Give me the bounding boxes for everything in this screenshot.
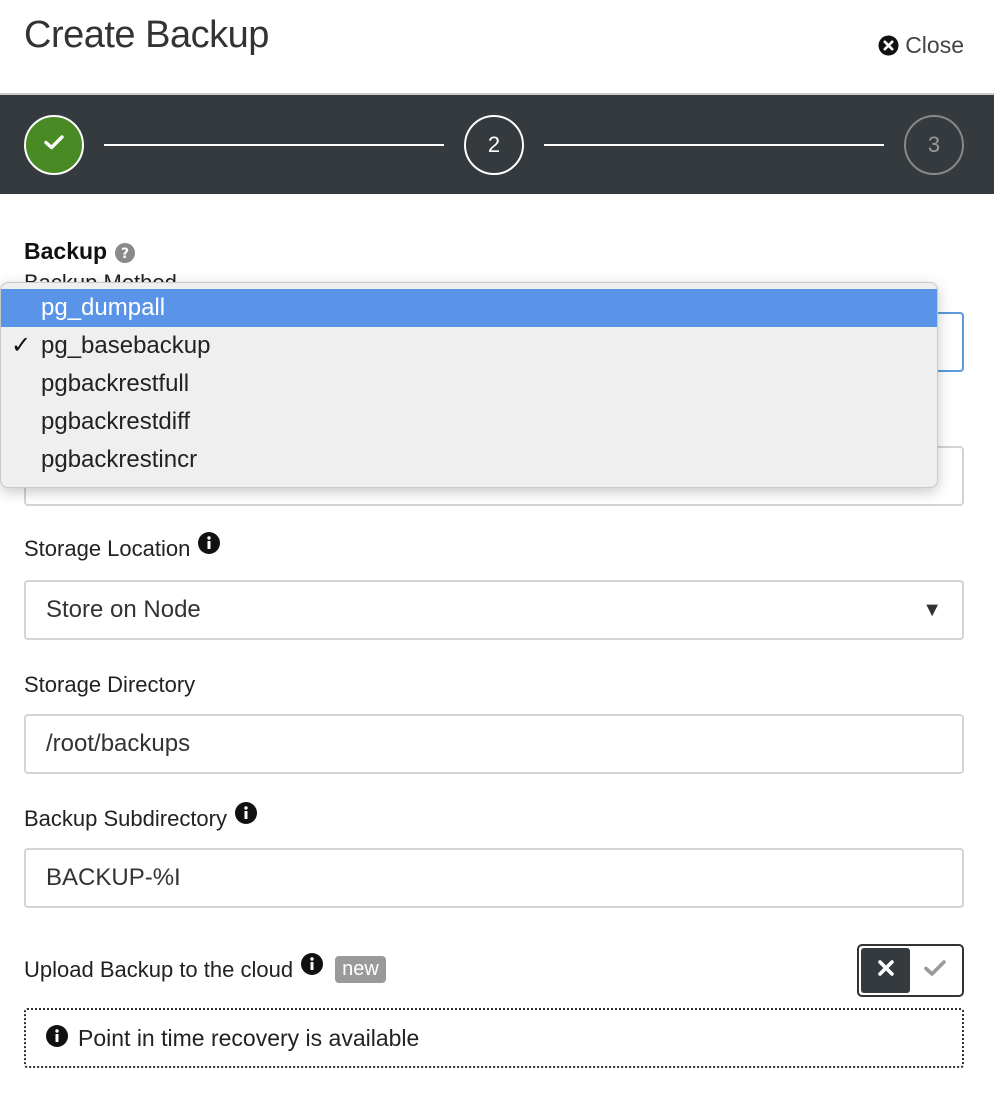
step-3-upcoming[interactable]: 3 bbox=[904, 115, 964, 175]
toggle-off-button[interactable] bbox=[861, 948, 910, 993]
backup-subdirectory-label-text: Backup Subdirectory bbox=[24, 806, 227, 831]
cloud-upload-label-text: Upload Backup to the cloud bbox=[24, 956, 294, 982]
backup-subdirectory-label: Backup Subdirectory bbox=[24, 802, 257, 832]
info-circle-icon[interactable] bbox=[235, 802, 257, 824]
info-circle-icon[interactable] bbox=[301, 952, 324, 975]
dialog-header: Create Backup Close bbox=[0, 0, 994, 93]
option-label: pg_dumpall bbox=[41, 294, 166, 321]
section-title-text: Backup bbox=[24, 238, 108, 264]
backup-subdirectory-value: BACKUP-%I bbox=[46, 864, 181, 891]
backup-subdirectory-input[interactable]: BACKUP-%I bbox=[24, 848, 964, 908]
option-label: pg_basebackup bbox=[41, 332, 211, 359]
new-badge: new bbox=[335, 956, 386, 983]
close-button[interactable]: Close bbox=[878, 32, 964, 59]
caret-down-icon: ▼ bbox=[922, 599, 942, 621]
step-connector bbox=[544, 144, 884, 146]
option-pgbackrestincr[interactable]: pgbackrestincr bbox=[1, 441, 937, 479]
step-2-label: 2 bbox=[487, 132, 501, 157]
option-label: pgbackrestdiff bbox=[41, 408, 190, 435]
dialog-title: Create Backup bbox=[24, 14, 269, 56]
storage-location-label-text: Storage Location bbox=[24, 536, 191, 561]
storage-directory-label-text: Storage Directory bbox=[24, 672, 196, 697]
wizard-stepper: 2 3 bbox=[0, 93, 994, 194]
pitr-notice-text: Point in time recovery is available bbox=[78, 1024, 420, 1051]
info-circle-icon bbox=[46, 1025, 68, 1047]
storage-location-select[interactable]: Store on Node ▼ bbox=[24, 580, 964, 640]
close-label: Close bbox=[905, 32, 964, 58]
step-1-complete[interactable] bbox=[24, 115, 84, 175]
storage-directory-input[interactable]: /root/backups bbox=[24, 714, 964, 774]
checkmark-icon: ✓ bbox=[11, 332, 32, 359]
step-3-label: 3 bbox=[927, 132, 941, 157]
pitr-notice: Point in time recovery is available bbox=[24, 1008, 964, 1068]
option-pgbackrestdiff[interactable]: pgbackrestdiff bbox=[1, 403, 937, 441]
option-pg-basebackup[interactable]: ✓ pg_basebackup bbox=[1, 327, 937, 365]
info-circle-icon[interactable] bbox=[198, 532, 221, 554]
toggle-on-button[interactable] bbox=[910, 948, 960, 993]
backup-method-dropdown: pg_dumpall ✓ pg_basebackup pgbackrestful… bbox=[0, 282, 938, 488]
cloud-upload-label: Upload Backup to the cloud new bbox=[24, 952, 386, 983]
option-pgbackrestfull[interactable]: pgbackrestfull bbox=[1, 365, 937, 403]
option-label: pgbackrestincr bbox=[41, 446, 198, 473]
check-icon bbox=[42, 130, 66, 160]
option-label: pgbackrestfull bbox=[41, 370, 190, 397]
checkmark-icon bbox=[924, 959, 946, 982]
section-title: Backup ? bbox=[24, 238, 136, 265]
x-icon bbox=[877, 959, 895, 982]
question-circle-icon[interactable]: ? bbox=[115, 242, 136, 263]
step-2-current[interactable]: 2 bbox=[464, 115, 524, 175]
storage-directory-value: /root/backups bbox=[46, 730, 191, 757]
step-connector bbox=[104, 144, 444, 146]
svg-text:?: ? bbox=[121, 246, 129, 262]
option-pg-dumpall[interactable]: pg_dumpall bbox=[1, 289, 937, 327]
storage-location-label: Storage Location bbox=[24, 532, 221, 562]
storage-location-value: Store on Node bbox=[46, 596, 201, 623]
storage-directory-label: Storage Directory bbox=[24, 672, 195, 698]
cloud-upload-toggle[interactable] bbox=[857, 944, 964, 997]
close-circle-icon bbox=[878, 35, 899, 56]
